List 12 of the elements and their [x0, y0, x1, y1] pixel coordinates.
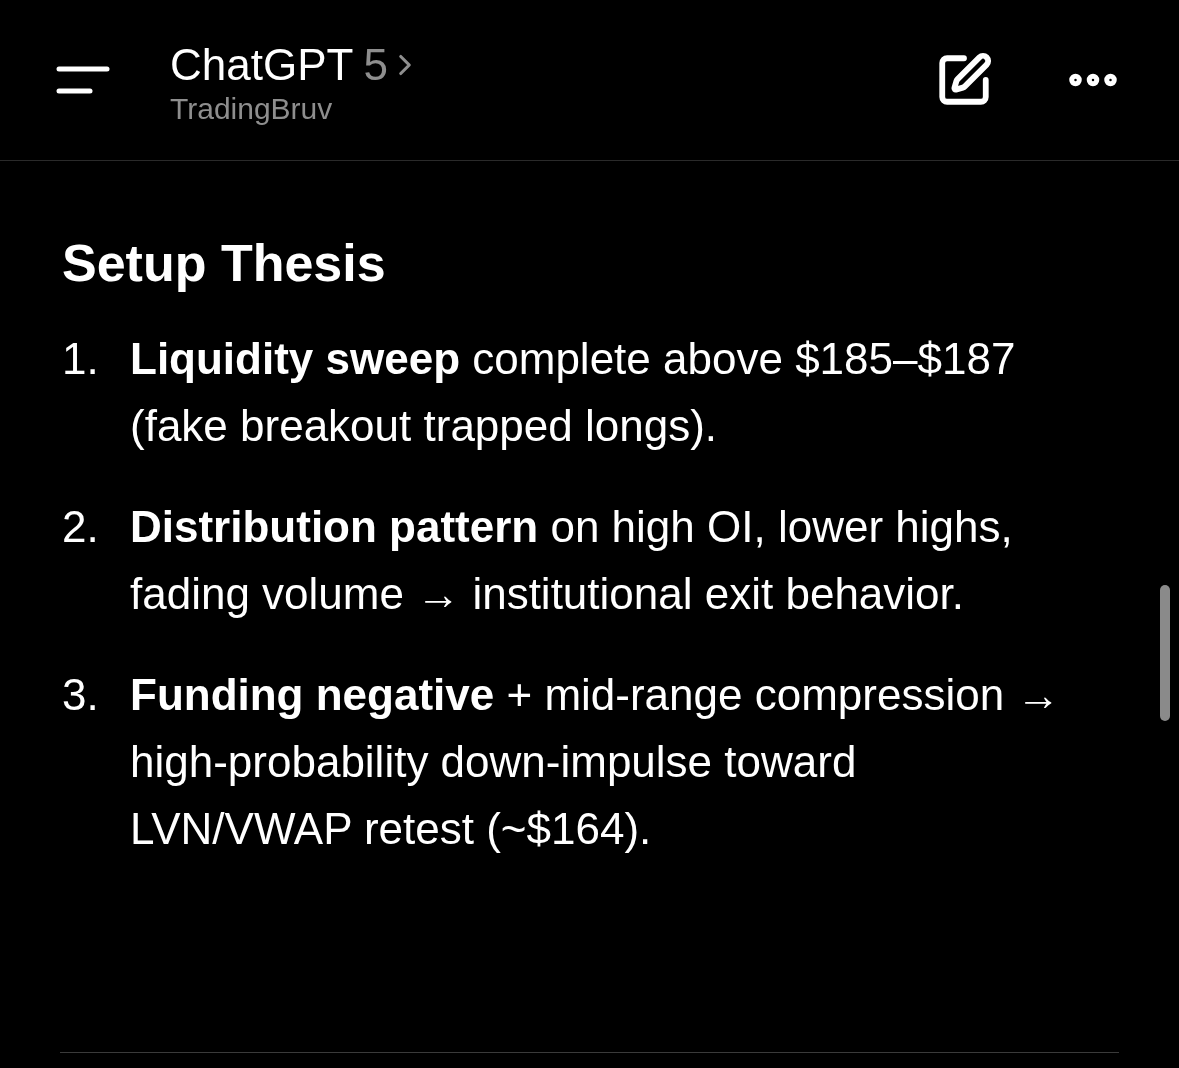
model-version[interactable]: 5	[363, 39, 388, 91]
section-heading: Setup Thesis	[62, 233, 387, 294]
list-number: 2.	[62, 501, 100, 553]
list-number: 3.	[62, 669, 100, 721]
list-item-text: Distribution pattern on high OI, lower highs, fading volume → institutional exit behavior.	[130, 501, 1014, 620]
project-name: TradingBruv	[170, 91, 334, 127]
menu-icon[interactable]	[56, 65, 110, 95]
scrollbar[interactable]	[1160, 585, 1170, 721]
list-item-text: Funding negative + mid-range compression → high-probability down-impulse toward LVN/VWAP retest (~$164).	[130, 669, 1062, 855]
list-item-text: Liquidity sweep complete above $185–$187 (fake breakout trapped longs).	[130, 333, 1017, 452]
app-title[interactable]: ChatGPT	[170, 39, 354, 91]
list-number: 1.	[62, 333, 100, 385]
